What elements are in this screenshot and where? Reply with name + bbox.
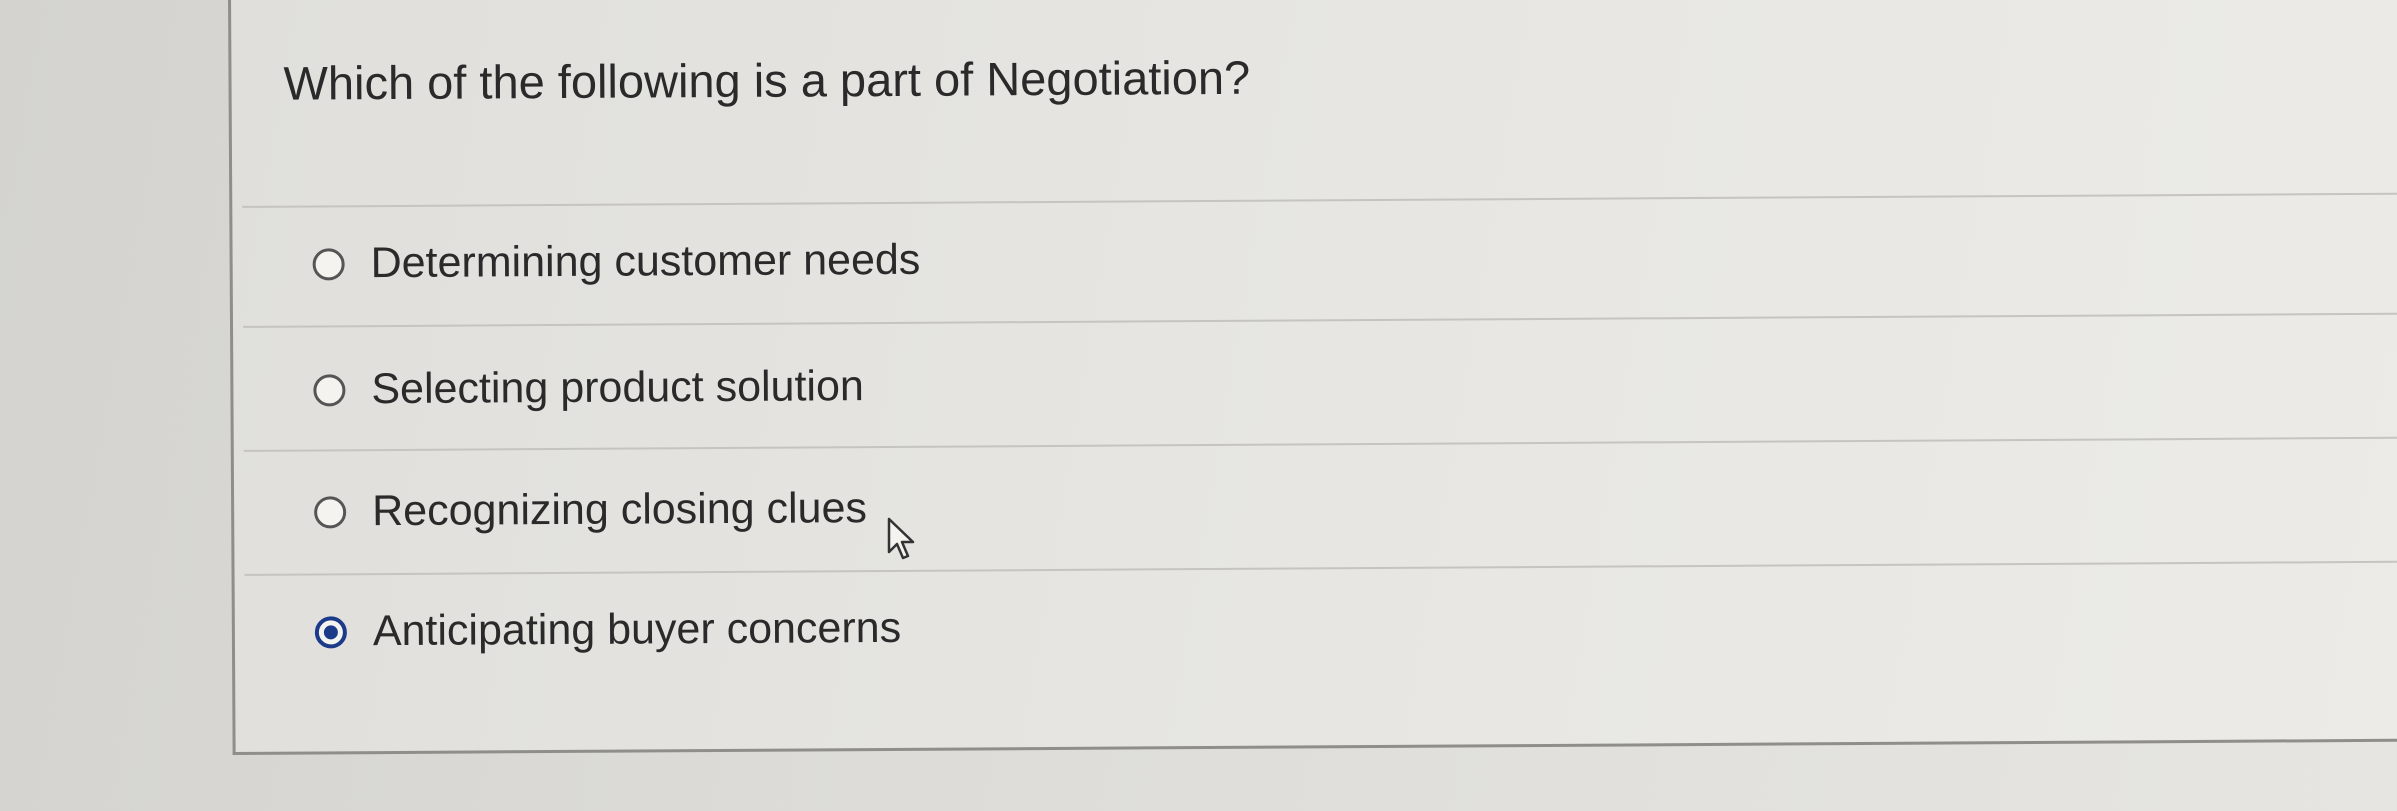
radio-button-icon[interactable]: [313, 373, 346, 406]
radio-button-icon[interactable]: [312, 247, 345, 280]
divider: [243, 312, 2397, 328]
option-label: Determining customer needs: [370, 235, 921, 288]
option-label: Recognizing closing clues: [372, 484, 868, 536]
divider: [243, 436, 2397, 452]
radio-button-selected-icon[interactable]: [314, 615, 347, 648]
option-label: Anticipating buyer concerns: [372, 603, 902, 656]
option-label: Selecting product solution: [371, 362, 864, 414]
option-anticipating-buyer-concerns[interactable]: Anticipating buyer concerns: [314, 603, 902, 657]
option-selecting-product-solution[interactable]: Selecting product solution: [313, 362, 864, 414]
divider: [242, 192, 2397, 208]
question-card: Which of the following is a part of Nego…: [228, 0, 2397, 755]
question-text: Which of the following is a part of Nego…: [283, 50, 1251, 110]
divider: [244, 560, 2397, 576]
option-recognizing-closing-clues[interactable]: Recognizing closing clues: [314, 484, 867, 536]
radio-button-icon[interactable]: [314, 495, 347, 528]
option-determining-customer-needs[interactable]: Determining customer needs: [312, 236, 920, 289]
mouse-cursor-icon: [887, 517, 915, 560]
